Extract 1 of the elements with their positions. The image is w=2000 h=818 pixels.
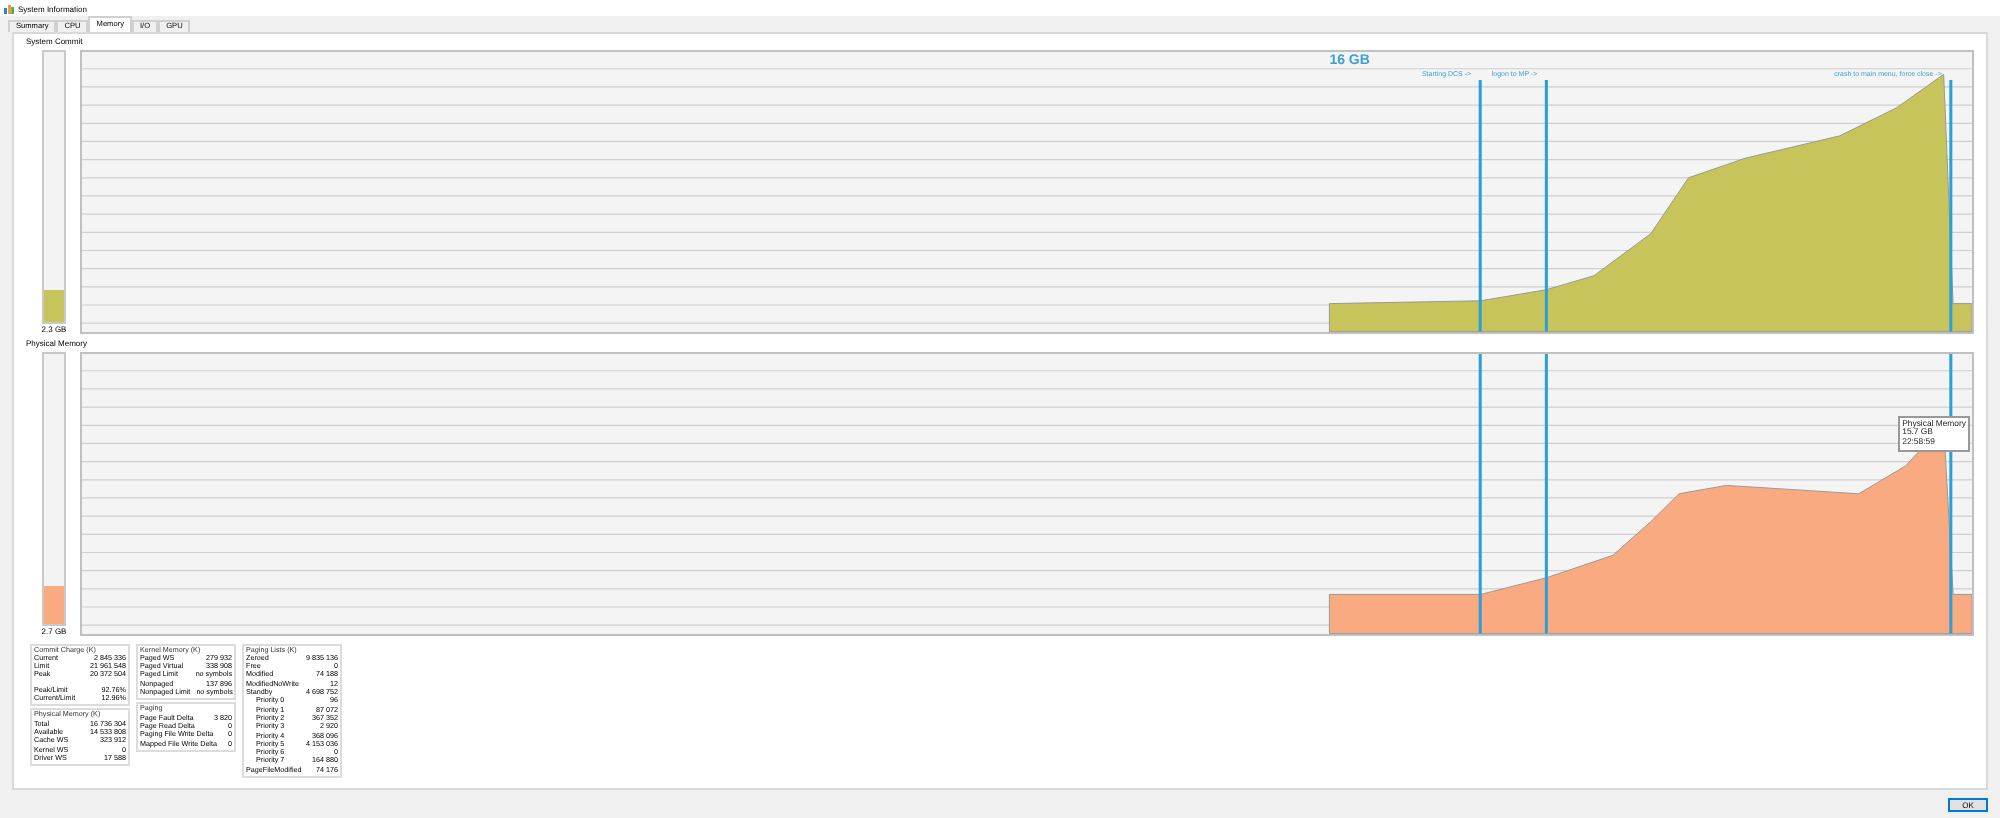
app-icon [4, 3, 14, 13]
